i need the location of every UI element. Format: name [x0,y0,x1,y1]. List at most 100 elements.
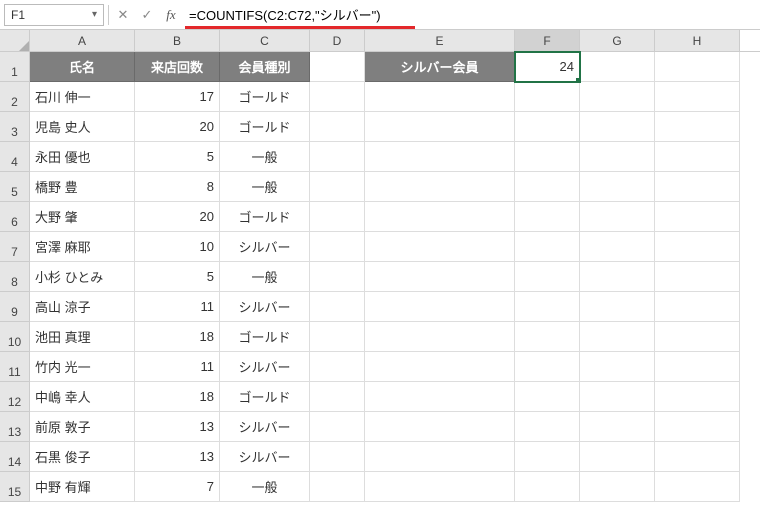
cell-name[interactable]: 中野 有輝 [30,472,135,502]
cell[interactable] [655,322,740,352]
cell[interactable] [310,82,365,112]
cell-type[interactable]: 一般 [220,472,310,502]
cell-name[interactable]: 児島 史人 [30,112,135,142]
formula-input[interactable] [185,5,756,24]
cell[interactable] [515,472,580,502]
cell-name[interactable]: 石黒 俊子 [30,442,135,472]
row-header[interactable]: 3 [0,112,30,142]
cell-name[interactable]: 大野 肇 [30,202,135,232]
cell[interactable] [310,382,365,412]
cell[interactable] [655,52,740,82]
cell[interactable] [515,202,580,232]
cell[interactable] [515,442,580,472]
cell-f1-active[interactable]: 24 [515,52,580,82]
cell[interactable] [365,382,515,412]
cell[interactable] [655,202,740,232]
cell[interactable] [365,232,515,262]
cell[interactable] [580,412,655,442]
row-header[interactable]: 15 [0,472,30,502]
row-header[interactable]: 4 [0,142,30,172]
cell-name[interactable]: 小杉 ひとみ [30,262,135,292]
name-box[interactable]: F1 ▾ [4,4,104,26]
cell-visits[interactable]: 17 [135,82,220,112]
cell-name[interactable]: 高山 涼子 [30,292,135,322]
header-name[interactable]: 氏名 [30,52,135,82]
cell[interactable] [655,232,740,262]
cell[interactable] [580,352,655,382]
chevron-down-icon[interactable]: ▾ [92,9,97,20]
cell-visits[interactable]: 11 [135,352,220,382]
cancel-icon[interactable]: ✕ [113,5,133,25]
cell[interactable] [515,292,580,322]
cell[interactable] [310,112,365,142]
col-header-g[interactable]: G [580,30,655,51]
cell[interactable] [515,232,580,262]
cell-visits[interactable]: 13 [135,412,220,442]
cell[interactable] [580,202,655,232]
cell-type[interactable]: シルバー [220,412,310,442]
col-header-d[interactable]: D [310,30,365,51]
cell[interactable] [580,232,655,262]
cell[interactable] [655,112,740,142]
cell[interactable] [655,142,740,172]
cell[interactable] [310,52,365,82]
cell[interactable] [365,322,515,352]
cell[interactable] [365,262,515,292]
cell-type[interactable]: ゴールド [220,382,310,412]
cell-name[interactable]: 石川 伸一 [30,82,135,112]
cell[interactable] [310,292,365,322]
cell-type[interactable]: シルバー [220,352,310,382]
cell[interactable] [365,352,515,382]
cell[interactable] [515,172,580,202]
cell-type[interactable]: 一般 [220,262,310,292]
cell[interactable] [515,142,580,172]
col-header-h[interactable]: H [655,30,740,51]
cell[interactable] [365,292,515,322]
row-header[interactable]: 9 [0,292,30,322]
cell[interactable] [580,142,655,172]
col-header-c[interactable]: C [220,30,310,51]
col-header-e[interactable]: E [365,30,515,51]
select-all-corner[interactable] [0,30,30,51]
cell[interactable] [310,322,365,352]
cell-visits[interactable]: 20 [135,112,220,142]
cell-visits[interactable]: 11 [135,292,220,322]
cell-type[interactable]: シルバー [220,442,310,472]
cell-visits[interactable]: 10 [135,232,220,262]
cell[interactable] [655,472,740,502]
accept-icon[interactable]: ✓ [137,5,157,25]
cell[interactable] [365,172,515,202]
cell[interactable] [310,442,365,472]
row-header[interactable]: 14 [0,442,30,472]
cell[interactable] [580,112,655,142]
cell[interactable] [655,442,740,472]
cell[interactable] [515,322,580,352]
cell[interactable] [655,172,740,202]
cell[interactable] [655,82,740,112]
row-header[interactable]: 5 [0,172,30,202]
cell[interactable] [310,472,365,502]
row-header[interactable]: 7 [0,232,30,262]
cell-visits[interactable]: 5 [135,262,220,292]
cell-type[interactable]: ゴールド [220,322,310,352]
cell[interactable] [580,52,655,82]
col-header-f[interactable]: F [515,30,580,51]
cell[interactable] [580,262,655,292]
cell-type[interactable]: シルバー [220,232,310,262]
cell-visits[interactable]: 18 [135,382,220,412]
row-header[interactable]: 1 [0,52,30,82]
row-header[interactable]: 13 [0,412,30,442]
cell[interactable] [655,262,740,292]
cell-type[interactable]: 一般 [220,172,310,202]
cell-visits[interactable]: 18 [135,322,220,352]
cell-name[interactable]: 永田 優也 [30,142,135,172]
cell[interactable] [365,472,515,502]
cell[interactable] [580,292,655,322]
cell[interactable] [580,442,655,472]
cell[interactable] [310,202,365,232]
row-header[interactable]: 2 [0,82,30,112]
cell[interactable] [310,172,365,202]
cell-type[interactable]: ゴールド [220,202,310,232]
cell-type[interactable]: シルバー [220,292,310,322]
cell[interactable] [365,112,515,142]
